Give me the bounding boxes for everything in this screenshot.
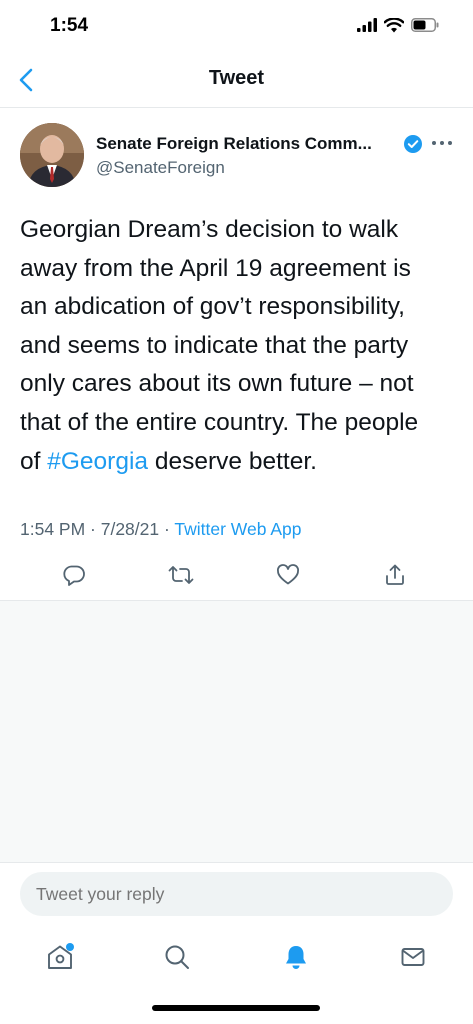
tweet-timestamp: 1:54 PM · 7/28/21 ·: [20, 519, 175, 539]
share-icon: [386, 564, 404, 585]
author-handle[interactable]: @SenateForeign: [96, 158, 225, 178]
retweet-icon: [168, 566, 194, 584]
wifi-icon: [384, 17, 404, 32]
verified-badge-icon: [404, 135, 422, 153]
page-title: Tweet: [208, 67, 265, 89]
tab-search[interactable]: [157, 934, 197, 980]
avatar[interactable]: [20, 123, 84, 187]
retweet-button[interactable]: [164, 558, 198, 592]
tab-home[interactable]: [40, 934, 80, 980]
status-icons: [357, 17, 439, 33]
reply-button[interactable]: [57, 558, 91, 592]
reply-icon: [63, 565, 85, 586]
like-button[interactable]: [271, 558, 305, 592]
home-icon: [48, 943, 74, 969]
tweet-text-line: an abdication of gov’t responsibility,: [20, 293, 405, 321]
search-icon: [165, 945, 189, 969]
reply-bar: [0, 862, 473, 932]
tweet-text: Georgian Dream’s decision to walk away f…: [20, 211, 460, 481]
tweet-text-fragment: deserve better.: [148, 447, 317, 475]
avatar-image: [20, 123, 84, 187]
tweet-text-fragment: of: [20, 447, 48, 475]
signal-icon: [357, 18, 377, 32]
status-bar: 1:54: [0, 0, 473, 52]
tab-messages[interactable]: [393, 934, 433, 980]
tweet-text-line: of #Georgia deserve better.: [20, 443, 460, 482]
tweet-text-line: Georgian Dream’s decision to walk: [20, 216, 399, 243]
status-time: 1:54: [50, 15, 89, 36]
mail-icon: [401, 948, 425, 966]
battery-icon: [411, 18, 439, 32]
tweet-text-line: and seems to indicate that the party: [20, 331, 409, 359]
tweet-text-line: away from the April 19 agreement is: [20, 254, 411, 282]
share-button[interactable]: [378, 558, 412, 592]
tweet-actions: [0, 558, 473, 592]
tab-notifications[interactable]: [276, 934, 316, 980]
bell-icon: [286, 946, 306, 969]
more-horizontal-icon: [432, 141, 452, 145]
tweet-text-line: that of the entire country. The people: [20, 408, 419, 436]
tab-bar: [0, 932, 473, 992]
tweet-metadata: 1:54 PM · 7/28/21 · Twitter Web App: [20, 519, 301, 540]
replies-area: [0, 600, 473, 862]
tweet-text-line: only cares about its own future – not: [20, 370, 414, 398]
home-indicator: [152, 1005, 320, 1011]
tweet-header: Senate Foreign Relations Comm... @Senate…: [0, 120, 473, 190]
hashtag-link[interactable]: #Georgia: [47, 448, 148, 475]
author-name[interactable]: Senate Foreign Relations Comm...: [96, 134, 372, 154]
nav-bar: Tweet: [0, 52, 473, 108]
tweet-source-link[interactable]: Twitter Web App: [174, 519, 301, 539]
more-button[interactable]: [429, 133, 455, 153]
reply-input[interactable]: [20, 872, 453, 916]
heart-icon: [277, 564, 299, 585]
